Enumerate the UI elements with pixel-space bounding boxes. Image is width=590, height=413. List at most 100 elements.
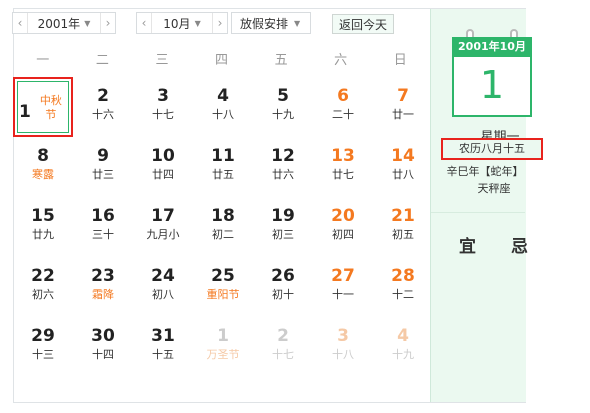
weekday-label: 日: [393, 53, 407, 68]
lunar-label: 九月小: [146, 228, 180, 241]
lunar-label: 十七: [152, 108, 174, 121]
year-picker: ‹ 2001年 ▼ ›: [12, 12, 116, 34]
day-number: 4: [217, 86, 229, 106]
prev-year-button[interactable]: ‹: [13, 16, 27, 30]
calendar-week-row: 15 廿九 16 三十 17 九月小 18 初二 19 初三 20 初四 21 初五: [13, 197, 433, 257]
calendar-day-cell[interactable]: 7 廿一: [373, 77, 433, 137]
next-month-button[interactable]: ›: [213, 16, 227, 30]
lunar-label: 十一: [332, 288, 354, 301]
calendar-week-row: 29 十三 30 十四 31 十五 1 万圣节 2 十七 3 十八 4 十九: [13, 317, 433, 377]
calendar-day-cell[interactable]: 30 十四: [73, 317, 133, 377]
holiday-label: 放假安排: [240, 16, 289, 31]
today-button[interactable]: 返回今天: [332, 14, 395, 34]
calendar-day-cell[interactable]: 11 廿五: [193, 137, 253, 197]
calendar-day-cell[interactable]: 14 廿八: [373, 137, 433, 197]
day-number: 8: [37, 146, 49, 166]
day-number: 20: [331, 206, 355, 226]
calendar-day-cell[interactable]: 17 九月小: [133, 197, 193, 257]
calendar-day-cell[interactable]: 31 十五: [133, 317, 193, 377]
lunar-label: 初十: [272, 288, 294, 301]
calendar-day-cell[interactable]: 9 廿三: [73, 137, 133, 197]
calendar-day-cell[interactable]: 29 十三: [13, 317, 73, 377]
day-number: 3: [157, 86, 169, 106]
day-number: 25: [211, 266, 235, 286]
day-number: 23: [91, 266, 115, 286]
day-number: 1: [19, 101, 31, 122]
weekday-label: 五: [274, 53, 288, 68]
day-number: 19: [271, 206, 295, 226]
day-number: 31: [151, 326, 175, 346]
lunar-label: 廿三: [92, 168, 114, 181]
lunar-label: 十八: [212, 108, 234, 121]
day-number: 2: [277, 326, 289, 346]
calendar-day-cell[interactable]: 1 万圣节: [193, 317, 253, 377]
calendar-day-cell[interactable]: 24 初八: [133, 257, 193, 317]
day-number: 4: [397, 326, 409, 346]
calendar-day-cell[interactable]: 10 廿四: [133, 137, 193, 197]
lunar-label: 十七: [272, 348, 294, 361]
calendar-day-cell[interactable]: 16 三十: [73, 197, 133, 257]
day-number: 18: [211, 206, 235, 226]
next-year-button[interactable]: ›: [101, 16, 115, 30]
calendar-day-cell[interactable]: 28 十二: [373, 257, 433, 317]
lunar-label: 寒露: [32, 168, 54, 181]
calendar-day-cell[interactable]: 4 十八: [193, 77, 253, 137]
prev-month-button[interactable]: ‹: [137, 16, 151, 30]
lunar-label: 十六: [92, 108, 114, 121]
day-number: 6: [337, 86, 349, 106]
calendar-day-cell[interactable]: 1 中秋节: [13, 77, 73, 137]
lunar-label: 初四: [332, 228, 354, 241]
lunar-label: 廿六: [272, 168, 294, 181]
lunar-label: 廿一: [392, 108, 414, 121]
weekday-label: 四: [215, 53, 229, 68]
calendar-day-cell[interactable]: 13 廿七: [313, 137, 373, 197]
calendar-week-row: 22 初六 23 霜降 24 初八 25 重阳节 26 初十 27 十一 28 十二: [13, 257, 433, 317]
ji-label: 忌: [511, 237, 528, 257]
calendar-day-cell[interactable]: 4 十九: [373, 317, 433, 377]
calendar-day-cell[interactable]: 12 廿六: [253, 137, 313, 197]
calendar-day-cell[interactable]: 3 十七: [133, 77, 193, 137]
calendar-day-cell[interactable]: 21 初五: [373, 197, 433, 257]
weekday-label: 三: [155, 53, 169, 68]
lunar-label: 十八: [332, 348, 354, 361]
month-value: 10月: [163, 16, 191, 31]
calendar-day-cell[interactable]: 3 十八: [313, 317, 373, 377]
lunar-label: 十九: [392, 348, 414, 361]
calendar-day-cell[interactable]: 2 十六: [73, 77, 133, 137]
weekday-label: 一: [36, 53, 50, 68]
day-number: 5: [277, 86, 289, 106]
date-pad: 2001年10月 1: [452, 29, 532, 121]
calendar-day-cell[interactable]: 2 十七: [253, 317, 313, 377]
calendar-week-row: 1 中秋节 2 十六 3 十七 4 十八 5 十九 6 二十 7 廿一: [13, 77, 433, 137]
month-select[interactable]: 10月 ▼: [151, 13, 213, 33]
calendar-day-cell[interactable]: 25 重阳节: [193, 257, 253, 317]
calendar-day-cell[interactable]: 5 十九: [253, 77, 313, 137]
day-number: 15: [31, 206, 55, 226]
day-number: 24: [151, 266, 175, 286]
calendar-day-cell[interactable]: 15 廿九: [13, 197, 73, 257]
lunar-label: 初八: [152, 288, 174, 301]
year-select[interactable]: 2001年 ▼: [27, 13, 101, 33]
lunar-label: 十九: [272, 108, 294, 121]
calendar-day-cell[interactable]: 27 十一: [313, 257, 373, 317]
lunar-label: 十四: [92, 348, 114, 361]
lunar-label: 万圣节: [206, 348, 240, 361]
today-label: 返回今天: [339, 17, 388, 32]
day-number: 27: [331, 266, 355, 286]
calendar-day-cell[interactable]: 23 霜降: [73, 257, 133, 317]
calendar-grid: 1 中秋节 2 十六 3 十七 4 十八 5 十九 6 二十 7 廿一 8 寒露 9 廿三 10 廿四 11 廿五 12 廿六…: [13, 77, 433, 377]
holiday-select[interactable]: 放假安排 ▼: [231, 12, 311, 34]
calendar-day-cell[interactable]: 26 初十: [253, 257, 313, 317]
day-detail-panel: 2001年10月 1: [430, 9, 532, 402]
calendar-day-cell[interactable]: 18 初二: [193, 197, 253, 257]
calendar-day-cell[interactable]: 20 初四: [313, 197, 373, 257]
calendar-day-cell[interactable]: 6 二十: [313, 77, 373, 137]
calendar-day-cell[interactable]: 8 寒露: [13, 137, 73, 197]
caret-down-icon: ▼: [194, 18, 201, 28]
day-number: 21: [391, 206, 415, 226]
day-number: 1: [217, 326, 229, 346]
calendar-day-cell[interactable]: 22 初六: [13, 257, 73, 317]
lunar-label: 廿八: [392, 168, 414, 181]
lunar-label: 初六: [32, 288, 54, 301]
calendar-day-cell[interactable]: 19 初三: [253, 197, 313, 257]
